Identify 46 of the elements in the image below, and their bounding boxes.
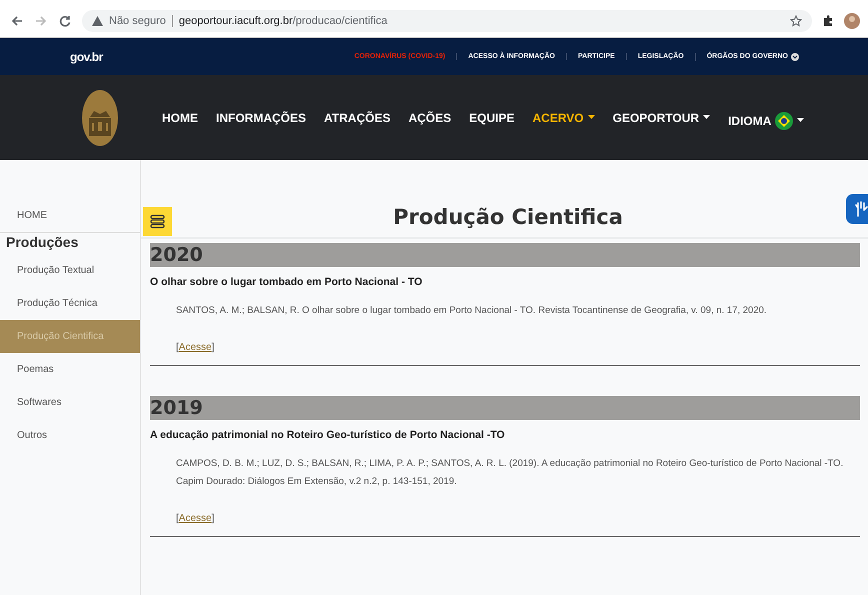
- nav-link[interactable]: ATRAÇÕES: [324, 110, 390, 124]
- citation-text: SANTOS, A. M.; BALSAN, R. O olhar sobre o lugar tombado em Porto Nacional - TO. Revista Tocantinense de Geografia, v. 09, n. 17, 2020.: [176, 304, 768, 318]
- gov-logo[interactable]: gov.br: [70, 50, 103, 64]
- star-icon[interactable]: [790, 14, 802, 26]
- sidebar-home-link[interactable]: HOME: [0, 210, 140, 233]
- nav-link[interactable]: HOME: [162, 110, 198, 124]
- building-logo[interactable]: [82, 90, 118, 146]
- back-button[interactable]: [10, 14, 24, 28]
- warning-icon: [92, 16, 103, 26]
- nav-link[interactable]: ACERVO: [532, 110, 595, 124]
- address-bar[interactable]: Não seguro geoportour.iacuft.org.br/producao/cientifica: [82, 10, 812, 32]
- sidebar-item[interactable]: Produção Textual: [0, 254, 140, 287]
- publication-title: A educação patrimonial no Roteiro Geo-turístico de Porto Nacional -TO: [150, 429, 506, 441]
- sidebar-item[interactable]: Outros: [0, 419, 140, 452]
- year-header: 2020: [150, 243, 860, 267]
- sidebar-item[interactable]: Poemas: [0, 353, 140, 386]
- sidebar-item[interactable]: Produção Técnica: [0, 287, 140, 320]
- publication-title: O olhar sobre o lugar tombado em Porto Nacional - TO: [150, 276, 424, 288]
- bracket: [: [176, 513, 179, 524]
- chevron-icon: [791, 52, 799, 60]
- bracket: ]: [212, 513, 214, 524]
- sidebar-heading: Produções: [5, 233, 80, 252]
- sign-language-button[interactable]: [846, 194, 868, 224]
- year-header: 2019: [150, 396, 860, 420]
- hand-icon: [854, 201, 868, 217]
- caret-icon: [797, 118, 804, 123]
- sidebar-item[interactable]: Softwares: [0, 386, 140, 419]
- url-text: geoportour.iacuft.org.br/producao/cientifica: [178, 14, 388, 26]
- bracket: ]: [212, 342, 214, 353]
- language-menu[interactable]: IDIOMA: [728, 112, 804, 130]
- nav-link[interactable]: GEOPORTOUR: [612, 110, 710, 124]
- access-link[interactable]: Acesse: [178, 342, 212, 353]
- brazil-flag-icon: [775, 112, 794, 130]
- security-label: Não seguro: [109, 14, 173, 26]
- nav-link[interactable]: AÇÕES: [408, 110, 452, 124]
- reload-button[interactable]: [58, 14, 72, 28]
- menu-button[interactable]: [143, 206, 172, 236]
- nav-link[interactable]: INFORMAÇÕES: [216, 110, 306, 124]
- bracket: [: [176, 342, 179, 353]
- nav-link[interactable]: EQUIPE: [469, 110, 514, 124]
- citation-text: CAMPOS, D. B. M.; LUZ, D. S.; BALSAN, R.; LIMA, P. A. P.; SANTOS, A. R. L. (2019). A educação patrimonial no Roteiro Geo-turístico de Porto Nacional -TO. Capim Dourado: Diálogos Em Extensão, v.2 n.2, p. 143-151, 2019.: [176, 457, 844, 489]
- avatar-icon[interactable]: [844, 12, 860, 28]
- access-link[interactable]: Acesse: [178, 513, 212, 524]
- puzzle-icon[interactable]: [822, 14, 834, 26]
- menu-icon: [150, 214, 165, 228]
- page-title: Produção Cientifica: [392, 205, 624, 229]
